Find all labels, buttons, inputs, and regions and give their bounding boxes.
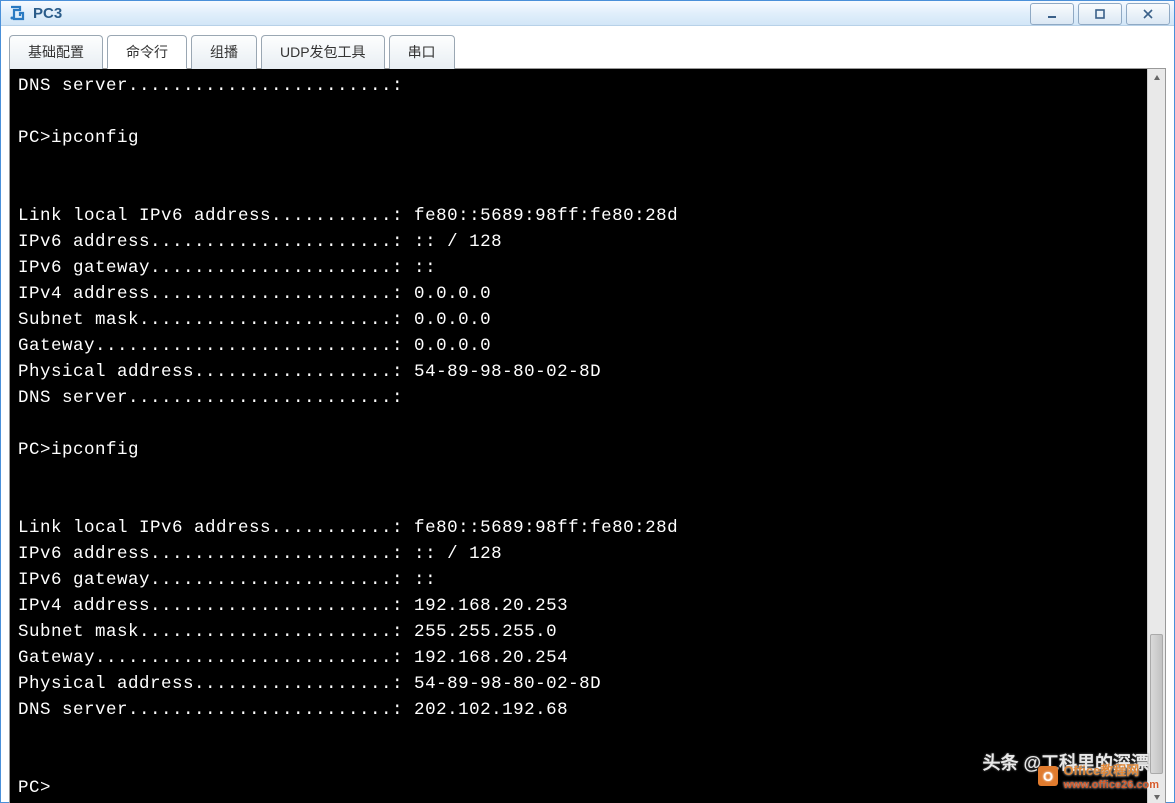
tab-multicast[interactable]: 组播 [191,35,257,69]
scroll-up-arrow-icon[interactable] [1148,69,1165,86]
scrollbar-vertical[interactable] [1147,69,1165,803]
app-icon [7,3,27,23]
titlebar: PC3 [1,1,1174,26]
terminal-panel: DNS server........................: PC>i… [9,69,1166,803]
tab-basic-config[interactable]: 基础配置 [9,35,103,69]
tab-udp-tool[interactable]: UDP发包工具 [261,35,385,69]
window-controls [1026,1,1170,25]
content-area: 基础配置 命令行 组播 UDP发包工具 串口 DNS server.......… [1,26,1174,803]
tabstrip: 基础配置 命令行 组播 UDP发包工具 串口 [9,34,1166,69]
minimize-button[interactable] [1030,3,1074,25]
maximize-button[interactable] [1078,3,1122,25]
tab-serial[interactable]: 串口 [389,35,455,69]
window-frame: PC3 基础配置 命令行 组播 UDP发包工具 串口 DNS server...… [0,0,1175,803]
scroll-thumb[interactable] [1150,634,1163,774]
terminal-output[interactable]: DNS server........................: PC>i… [10,69,1147,803]
window-title: PC3 [33,5,1026,22]
close-button[interactable] [1126,3,1170,25]
scroll-down-arrow-icon[interactable] [1148,788,1165,803]
tab-cli[interactable]: 命令行 [107,35,187,69]
scroll-track[interactable] [1148,86,1165,788]
